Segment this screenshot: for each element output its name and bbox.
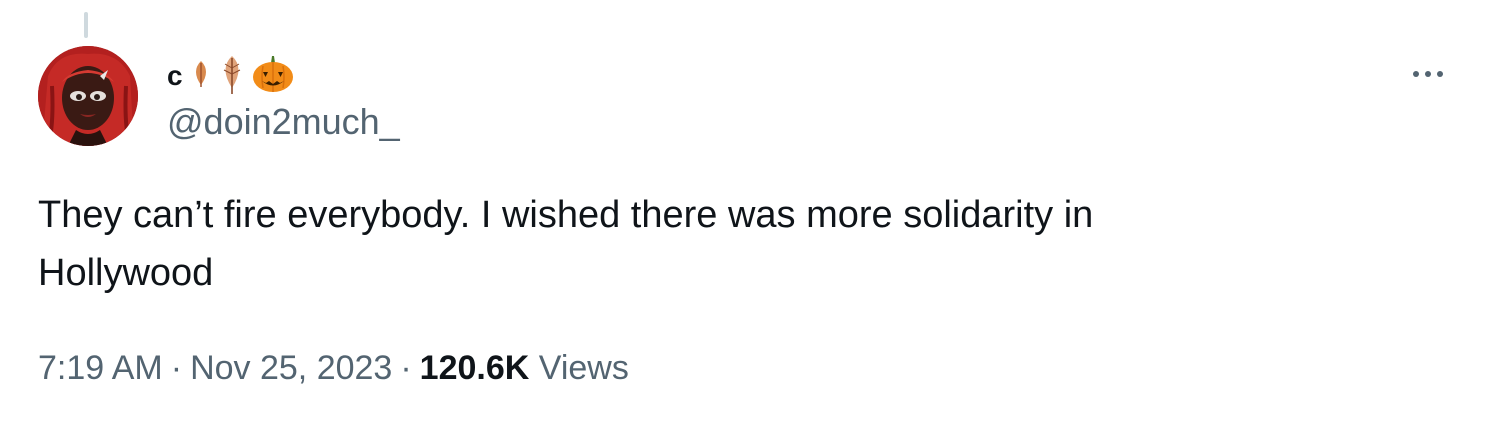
- tweet-text: They can’t fire everybody. I wished ther…: [38, 194, 1094, 294]
- fallen-leaf-icon: [189, 59, 213, 94]
- avatar-illustration: [38, 46, 138, 146]
- avatar[interactable]: [38, 46, 138, 146]
- more-horizontal-icon: [1413, 71, 1419, 77]
- more-options-button[interactable]: [1400, 56, 1456, 92]
- separator: ·: [400, 349, 412, 387]
- views-label[interactable]: Views: [539, 349, 629, 387]
- tweet-date[interactable]: Nov 25, 2023: [190, 349, 392, 387]
- views-count[interactable]: 120.6K: [420, 349, 530, 387]
- tweet-time[interactable]: 7:19 AM: [38, 349, 163, 387]
- tweet-metadata: 7:19 AM · Nov 25, 2023 · 120.6K Views: [38, 346, 629, 390]
- author-handle[interactable]: @doin2much_: [167, 100, 400, 144]
- author-display-name[interactable]: c: [167, 54, 295, 99]
- more-horizontal-icon-dot: [1437, 71, 1443, 77]
- leaf-icon: [219, 54, 245, 99]
- separator: ·: [170, 349, 183, 387]
- display-name-text[interactable]: c: [167, 56, 183, 96]
- more-horizontal-icon-dot: [1425, 71, 1431, 77]
- thread-connector-line: [84, 12, 88, 38]
- jack-o-lantern-icon: [251, 54, 295, 99]
